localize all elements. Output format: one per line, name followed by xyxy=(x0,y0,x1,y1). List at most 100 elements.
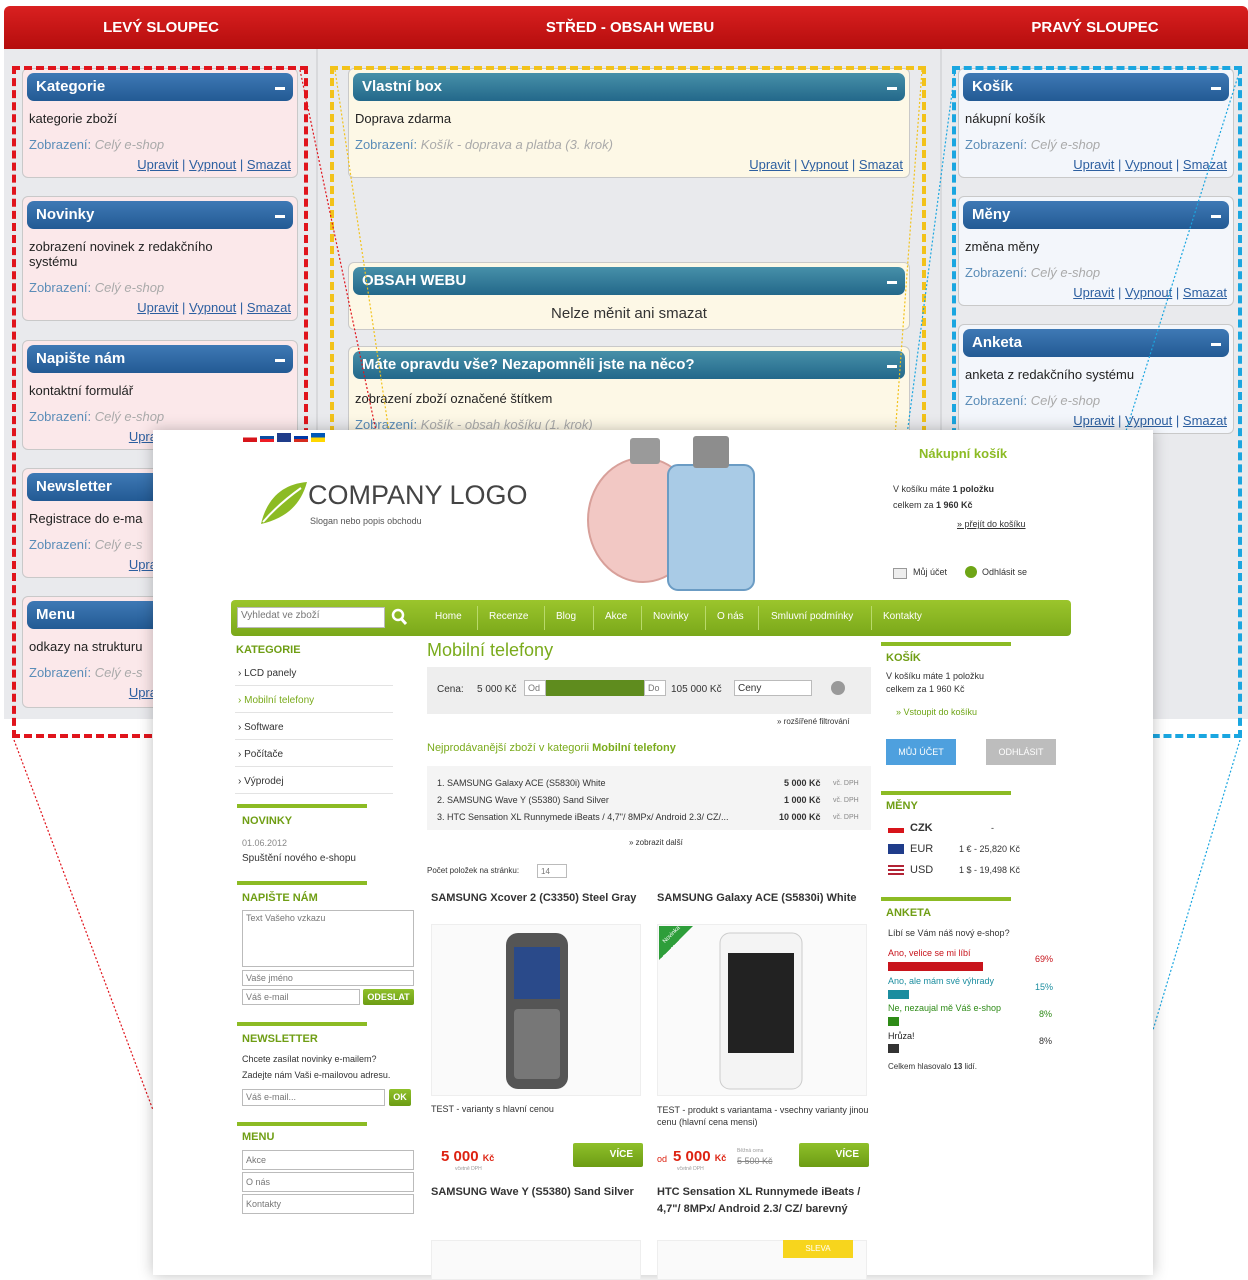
category-item[interactable]: › LCD panely xyxy=(235,662,393,686)
category-item[interactable]: › Software xyxy=(235,716,393,740)
slogan: Slogan nebo popis obchodu xyxy=(310,516,422,526)
menu-item[interactable]: Akce xyxy=(242,1150,414,1170)
nav-akce[interactable]: Akce xyxy=(605,611,627,622)
product-image[interactable] xyxy=(431,1240,641,1280)
enter-cart-link[interactable]: » Vstoupit do košíku xyxy=(896,707,977,717)
nav-o-nas[interactable]: O nás xyxy=(717,611,744,622)
section-bar xyxy=(237,1022,367,1026)
currency-rate: 1 $ - 19,498 Kč xyxy=(959,865,1021,875)
nav-novinky[interactable]: Novinky xyxy=(653,611,689,622)
product-card[interactable]: SAMSUNG Galaxy ACE (S5830i) White Novink… xyxy=(653,886,871,1176)
newsletter-ok-button[interactable]: OK xyxy=(389,1089,411,1106)
my-account-link[interactable]: Můj účet xyxy=(913,567,947,577)
name-input[interactable]: Vaše jméno xyxy=(242,970,414,986)
flag-sk-icon[interactable] xyxy=(260,433,274,442)
product-image[interactable] xyxy=(431,924,641,1096)
categories-heading: KATEGORIE xyxy=(236,644,301,656)
show-more-link[interactable]: » zobrazit další xyxy=(629,838,683,847)
more-button[interactable]: VÍCE xyxy=(573,1143,643,1167)
poll-option[interactable]: Hrůza! xyxy=(888,1031,915,1041)
flag-cz-icon[interactable] xyxy=(243,433,257,442)
menu-heading: MENU xyxy=(242,1131,275,1143)
poll-option[interactable]: Ano, ale mám své výhrady xyxy=(888,976,994,986)
product-title[interactable]: SAMSUNG Galaxy ACE (S5830i) White xyxy=(657,890,867,907)
filter-from-input[interactable]: Od xyxy=(524,680,546,696)
collapse-filter-icon[interactable] xyxy=(831,681,845,695)
filter-label: Cena: xyxy=(437,684,464,695)
newsletter-heading: NEWSLETTER xyxy=(242,1033,318,1045)
price-range-slider[interactable] xyxy=(546,680,644,696)
logout-button[interactable]: ODHLÁSIT xyxy=(986,739,1056,765)
nav-home[interactable]: Home xyxy=(435,611,462,622)
poll-percent: 8% xyxy=(1039,1009,1053,1019)
sort-select[interactable]: Ceny xyxy=(734,680,812,696)
flag-ua-icon[interactable] xyxy=(311,433,325,442)
more-button[interactable]: VÍCE xyxy=(799,1143,869,1167)
newsletter-email-input[interactable]: Váš e-mail... xyxy=(242,1089,385,1106)
cart-heading: Nákupní košík xyxy=(919,446,1008,461)
product-title[interactable]: HTC Sensation XL Runnymede iBeats / 4,7"… xyxy=(657,1184,867,1218)
search-icon[interactable] xyxy=(391,608,407,626)
cart-total: celkem za 1 960 Kč xyxy=(893,500,973,510)
price-from: od xyxy=(657,1154,668,1164)
email-input[interactable]: Váš e-mail xyxy=(242,989,360,1005)
poll-option[interactable]: Ano, velice se mi líbí xyxy=(888,948,971,958)
flag-cz-icon xyxy=(888,823,904,833)
nav-kontakty[interactable]: Kontakty xyxy=(883,611,922,622)
product-vat: včetně DPH xyxy=(677,1166,704,1172)
bestseller-price: 10 000 Kč xyxy=(779,812,821,822)
product-card[interactable]: SAMSUNG Wave Y (S5380) Sand Silver xyxy=(427,1180,645,1280)
menu-item[interactable]: Kontakty xyxy=(242,1194,414,1214)
poll-bar xyxy=(888,1044,899,1053)
category-item-active[interactable]: › Mobilní telefony xyxy=(235,689,393,713)
logout-link[interactable]: Odhlásit se xyxy=(982,567,1027,577)
my-account-button[interactable]: MŮJ ÚČET xyxy=(886,739,956,765)
cart-summary: V košíku máte 1 položku xyxy=(893,484,995,494)
leaf-logo-icon[interactable] xyxy=(257,478,309,528)
per-page-select[interactable]: 14 xyxy=(537,864,567,878)
currency-code[interactable]: USD xyxy=(910,864,933,876)
section-bar xyxy=(237,881,367,885)
news-date: 01.06.2012 xyxy=(242,838,288,848)
account-icon[interactable] xyxy=(893,568,907,579)
poll-total: Celkem hlasovalo 13 lidí. xyxy=(888,1062,977,1071)
phone-image xyxy=(719,932,803,1090)
sale-badge: SLEVA xyxy=(783,1240,853,1258)
cart-link[interactable]: » přejít do košíku xyxy=(957,519,1026,529)
flag-ru-icon[interactable] xyxy=(294,433,308,442)
nav-recenze[interactable]: Recenze xyxy=(489,611,528,622)
product-card[interactable]: SAMSUNG Xcover 2 (C3350) Steel Gray TEST… xyxy=(427,886,645,1176)
bestseller-item[interactable]: 3. HTC Sensation XL Runnymede iBeats / 4… xyxy=(437,812,775,822)
menu-item[interactable]: O nás xyxy=(242,1172,414,1192)
bestseller-item[interactable]: 1. SAMSUNG Galaxy ACE (S5830i) White xyxy=(437,778,606,788)
search-input[interactable]: Vyhledat ve zboží xyxy=(237,607,385,628)
poll-percent: 69% xyxy=(1035,954,1054,964)
company-logo-text[interactable]: COMPANY LOGO xyxy=(308,480,528,511)
page-title: Mobilní telefony xyxy=(427,640,554,660)
product-price: 5 000 Kč xyxy=(673,1148,727,1165)
currency-code[interactable]: CZK xyxy=(910,822,933,834)
product-card[interactable]: HTC Sensation XL Runnymede iBeats / 4,7"… xyxy=(653,1180,871,1280)
power-icon[interactable] xyxy=(965,566,977,578)
poll-option[interactable]: Ne, nezaujal mě Váš e-shop xyxy=(888,1003,1001,1013)
currency-code[interactable]: EUR xyxy=(910,843,933,855)
product-title[interactable]: SAMSUNG Wave Y (S5380) Sand Silver xyxy=(431,1184,641,1201)
category-item[interactable]: › Počítače xyxy=(235,743,393,767)
nav-blog[interactable]: Blog xyxy=(556,611,576,622)
bestseller-price: 1 000 Kč xyxy=(784,795,821,805)
flag-uk-icon[interactable] xyxy=(277,433,291,442)
rcart-heading: KOŠÍK xyxy=(886,652,921,664)
send-button[interactable]: ODESLAT xyxy=(363,989,414,1005)
product-desc: TEST - varianty s hlavní cenou xyxy=(431,1104,554,1114)
product-price: 5 000 Kč xyxy=(441,1148,495,1165)
nav-smluvni-podminky[interactable]: Smluvní podmínky xyxy=(771,611,853,622)
bestseller-item[interactable]: 2. SAMSUNG Wave Y (S5380) Sand Silver xyxy=(437,795,609,805)
news-title[interactable]: Spuštění nového e-shopu xyxy=(242,853,356,864)
advanced-filter-link[interactable]: » rozšířené filtrování xyxy=(777,717,849,726)
contact-heading: NAPIŠTE NÁM xyxy=(242,892,318,904)
category-item[interactable]: › Výprodej xyxy=(235,770,393,794)
message-textarea[interactable]: Text Vašeho vzkazu xyxy=(242,910,414,967)
perfume-banner-image xyxy=(587,436,755,591)
filter-to-input[interactable]: Do xyxy=(644,680,666,696)
product-title[interactable]: SAMSUNG Xcover 2 (C3350) Steel Gray xyxy=(431,890,641,907)
